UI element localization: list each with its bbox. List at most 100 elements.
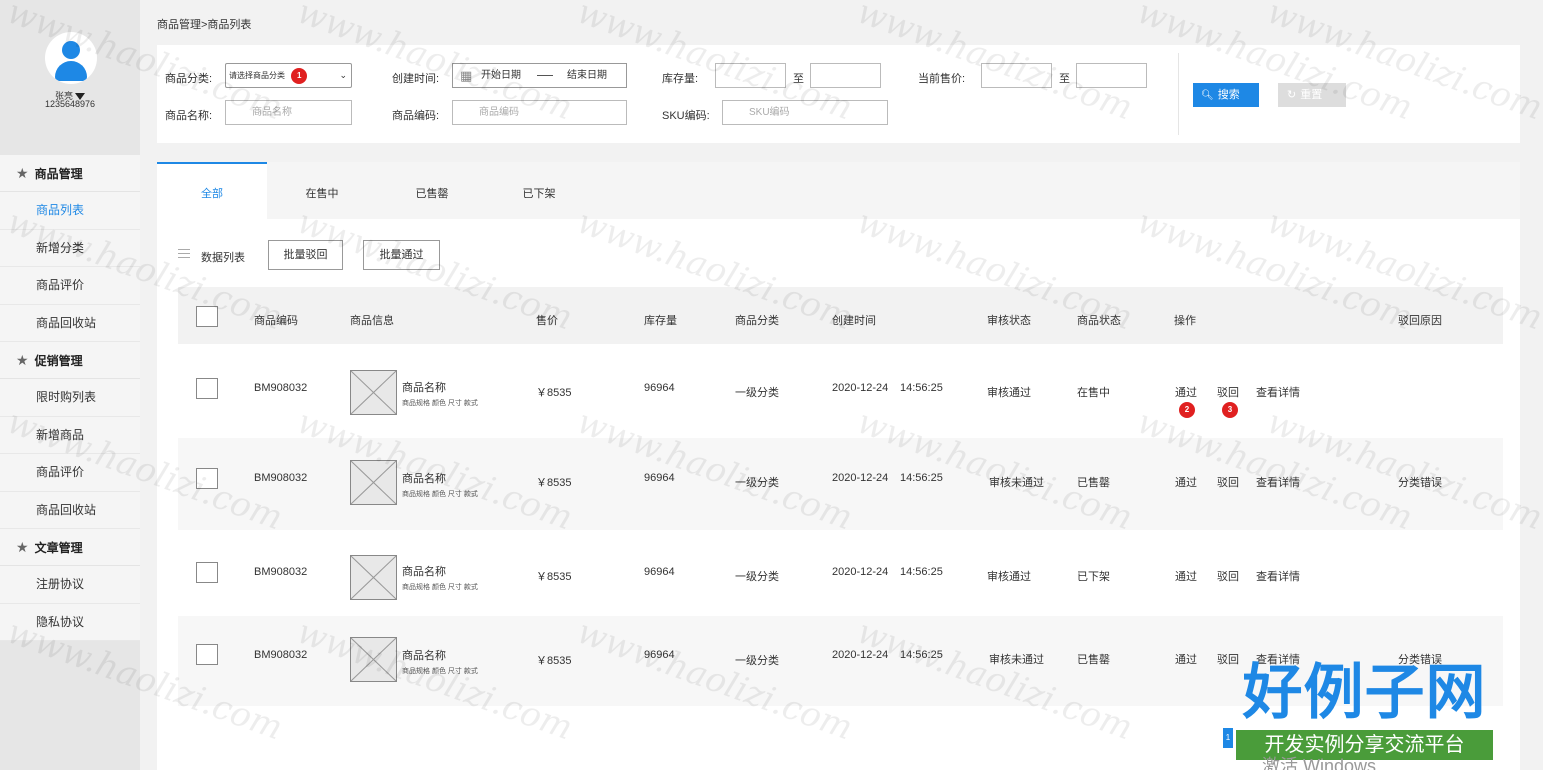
table-row: BM908032 商品名称 商品规格 颜色 尺寸 款式 ￥8535 96964 一… — [178, 438, 1503, 530]
row-checkbox[interactable] — [196, 378, 218, 399]
sidebar-item-flash-sale[interactable]: 限时购列表 — [0, 379, 140, 417]
pass-link[interactable]: 通过 — [1175, 474, 1197, 490]
pass-link[interactable]: 通过 — [1175, 651, 1197, 667]
row-category: 一级分类 — [735, 571, 779, 583]
product-name: 商品名称 — [402, 473, 446, 485]
row-checkbox[interactable] — [196, 644, 218, 665]
sidebar-item-goods-review-2[interactable]: 商品评价 — [0, 454, 140, 492]
star-icon: ★ — [16, 352, 29, 368]
col-info: 商品信息 — [350, 315, 394, 327]
end-date: 结束日期 — [567, 70, 607, 81]
row-time: 14:56:25 — [900, 382, 943, 394]
row-stock: 96964 — [644, 382, 675, 394]
product-name: 商品名称 — [402, 566, 446, 578]
row-price: ￥8535 — [536, 571, 572, 583]
search-button-label: 搜索 — [1217, 89, 1240, 101]
select-all-checkbox[interactable] — [196, 306, 218, 327]
sku-input[interactable]: SKU编码 — [722, 100, 888, 125]
sidebar-item-register-agreement[interactable]: 注册协议 — [0, 566, 140, 604]
sidebar-item-recycle-bin-2[interactable]: 商品回收站 — [0, 492, 140, 529]
row-category: 一级分类 — [735, 655, 779, 667]
sidebar-item-privacy-agreement[interactable]: 隐私协议 — [0, 604, 140, 641]
star-icon: ★ — [16, 539, 29, 555]
tab-all[interactable]: 全部 — [157, 162, 267, 219]
row-price: ￥8535 — [536, 655, 572, 667]
product-spec: 商品规格 颜色 尺寸 款式 — [402, 584, 478, 591]
date-range-picker[interactable]: ▦ 开始日期 结束日期 — [452, 63, 627, 88]
product-info: 商品名称 商品规格 颜色 尺寸 款式 — [402, 647, 478, 676]
pagination-current[interactable]: 1 — [1223, 728, 1233, 748]
category-select[interactable]: 请选择商品分类 1 ⌄ — [225, 63, 352, 88]
tab-sold-out[interactable]: 已售罄 — [377, 162, 487, 219]
row-audit: 审核通过 — [987, 571, 1031, 583]
sidebar-menu: ★ 商品管理 商品列表 新增分类 商品评价 商品回收站 ★ 促销管理 限时购列表 新… — [0, 155, 140, 641]
menu-group-articles[interactable]: ★ 文章管理 — [0, 529, 140, 566]
row-stock: 96964 — [644, 472, 675, 484]
breadcrumb: 商品管理>商品列表 — [157, 19, 252, 31]
name-input[interactable]: 商品名称 — [225, 100, 352, 125]
row-time: 14:56:25 — [900, 472, 943, 484]
row-code: BM908032 — [254, 649, 308, 661]
price-min-input[interactable] — [981, 63, 1052, 88]
sidebar-item-goods-review[interactable]: 商品评价 — [0, 267, 140, 305]
view-detail-link[interactable]: 查看详情 — [1256, 384, 1300, 400]
product-spec: 商品规格 颜色 尺寸 款式 — [402, 491, 478, 498]
row-status: 已下架 — [1077, 571, 1110, 583]
view-detail-link[interactable]: 查看详情 — [1256, 568, 1300, 584]
col-reason: 驳回原因 — [1398, 315, 1442, 327]
sidebar-item-add-category[interactable]: 新增分类 — [0, 230, 140, 267]
user-block: 张亮 1235648976 — [0, 0, 140, 155]
search-button[interactable]: 🔍︎ 搜索 — [1193, 83, 1259, 107]
reset-button[interactable]: ↻ 重置 — [1278, 83, 1346, 107]
product-spec: 商品规格 颜色 尺寸 款式 — [402, 668, 478, 675]
row-time: 14:56:25 — [900, 649, 943, 661]
batch-reject-button[interactable]: 批量驳回 — [268, 240, 343, 270]
price-max-input[interactable] — [1076, 63, 1147, 88]
row-reason: 分类错误 — [1398, 477, 1442, 489]
price-to-label: 至 — [1059, 73, 1070, 85]
annotation-badge-3: 3 — [1222, 402, 1238, 418]
tab-on-sale[interactable]: 在售中 — [267, 162, 377, 219]
row-price: ￥8535 — [536, 477, 572, 489]
reject-link[interactable]: 驳回 — [1217, 474, 1239, 490]
avatar-head-icon — [62, 41, 80, 59]
col-status: 商品状态 — [1077, 315, 1121, 327]
col-code: 商品编码 — [254, 315, 298, 327]
sidebar-item-add-goods[interactable]: 新增商品 — [0, 417, 140, 454]
row-category: 一级分类 — [735, 477, 779, 489]
sidebar-item-recycle-bin[interactable]: 商品回收站 — [0, 305, 140, 342]
annotation-badge-1: 1 — [291, 67, 308, 84]
row-status: 在售中 — [1077, 387, 1110, 399]
list-icon — [178, 249, 190, 261]
stock-min-input[interactable] — [715, 63, 786, 88]
annotation-badge-2: 2 — [1179, 402, 1195, 418]
user-id: 1235648976 — [44, 99, 96, 109]
filter-panel: 商品分类: 请选择商品分类 1 ⌄ 创建时间: ▦ 开始日期 结束日期 库存量:… — [157, 45, 1520, 143]
status-tabs: 全部 在售中 已售罄 已下架 — [157, 162, 1520, 219]
sku-label: SKU编码: — [662, 110, 710, 122]
reject-link[interactable]: 驳回 — [1217, 568, 1239, 584]
stock-max-input[interactable] — [810, 63, 881, 88]
col-category: 商品分类 — [735, 315, 779, 327]
pass-link[interactable]: 通过 — [1175, 568, 1197, 584]
row-audit: 审核通过 — [987, 387, 1031, 399]
pass-link[interactable]: 通过 — [1175, 384, 1197, 400]
sidebar-item-goods-list[interactable]: 商品列表 — [0, 192, 140, 230]
reject-link[interactable]: 驳回 — [1217, 384, 1239, 400]
name-label: 商品名称: — [165, 110, 213, 122]
avatar[interactable] — [45, 32, 97, 84]
refresh-icon: ↻ — [1287, 89, 1297, 101]
row-checkbox[interactable] — [196, 562, 218, 583]
batch-pass-button[interactable]: 批量通过 — [363, 240, 440, 270]
product-image-placeholder-icon — [350, 637, 397, 682]
row-date: 2020-12-24 — [832, 566, 889, 578]
logo-title: 好例子网 — [1242, 658, 1487, 728]
menu-group-goods[interactable]: ★ 商品管理 — [0, 155, 140, 192]
product-info: 商品名称 商品规格 颜色 尺寸 款式 — [402, 379, 478, 408]
sidebar: 张亮 1235648976 ★ 商品管理 商品列表 新增分类 商品评价 商品回收站… — [0, 0, 140, 770]
code-input[interactable]: 商品编码 — [452, 100, 627, 125]
row-checkbox[interactable] — [196, 468, 218, 489]
menu-group-promotion[interactable]: ★ 促销管理 — [0, 342, 140, 379]
tab-off-shelf[interactable]: 已下架 — [484, 162, 594, 219]
view-detail-link[interactable]: 查看详情 — [1256, 474, 1300, 490]
